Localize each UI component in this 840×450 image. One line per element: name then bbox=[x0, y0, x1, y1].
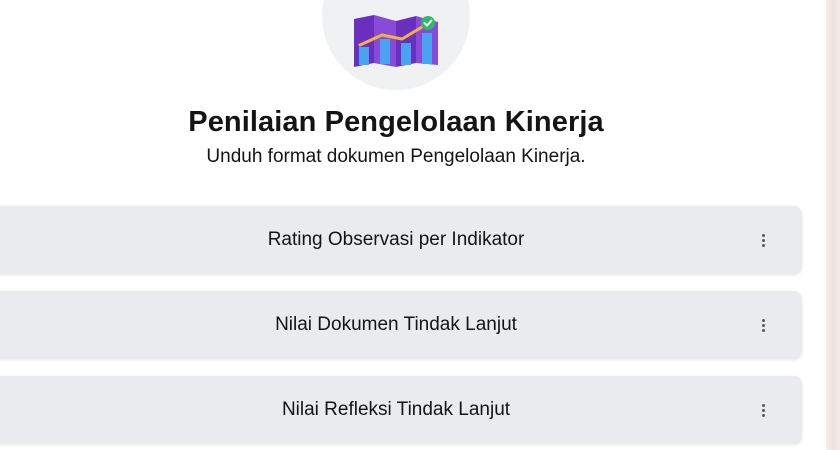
more-vertical-icon[interactable] bbox=[754, 316, 772, 334]
more-vertical-icon[interactable] bbox=[754, 231, 772, 249]
download-item-rating-observasi[interactable]: Rating Observasi per Indikator bbox=[0, 206, 802, 274]
download-item-label: Nilai Dokumen Tindak Lanjut bbox=[275, 314, 517, 335]
page-title: Penilaian Pengelolaan Kinerja bbox=[188, 106, 604, 138]
download-item-label: Nilai Refleksi Tindak Lanjut bbox=[281, 399, 511, 420]
download-item-label: Rating Observasi per Indikator bbox=[267, 229, 525, 250]
background-edge bbox=[826, 0, 840, 450]
page-subtitle: Unduh format dokumen Pengelolaan Kinerja… bbox=[206, 146, 586, 167]
page: Penilaian Pengelolaan Kinerja Unduh form… bbox=[0, 0, 840, 450]
download-item-nilai-refleksi[interactable]: Nilai Refleksi Tindak Lanjut bbox=[0, 376, 802, 444]
more-vertical-icon[interactable] bbox=[754, 401, 772, 419]
performance-map-chart-icon bbox=[354, 15, 438, 67]
download-item-nilai-dokumen[interactable]: Nilai Dokumen Tindak Lanjut bbox=[0, 291, 802, 359]
